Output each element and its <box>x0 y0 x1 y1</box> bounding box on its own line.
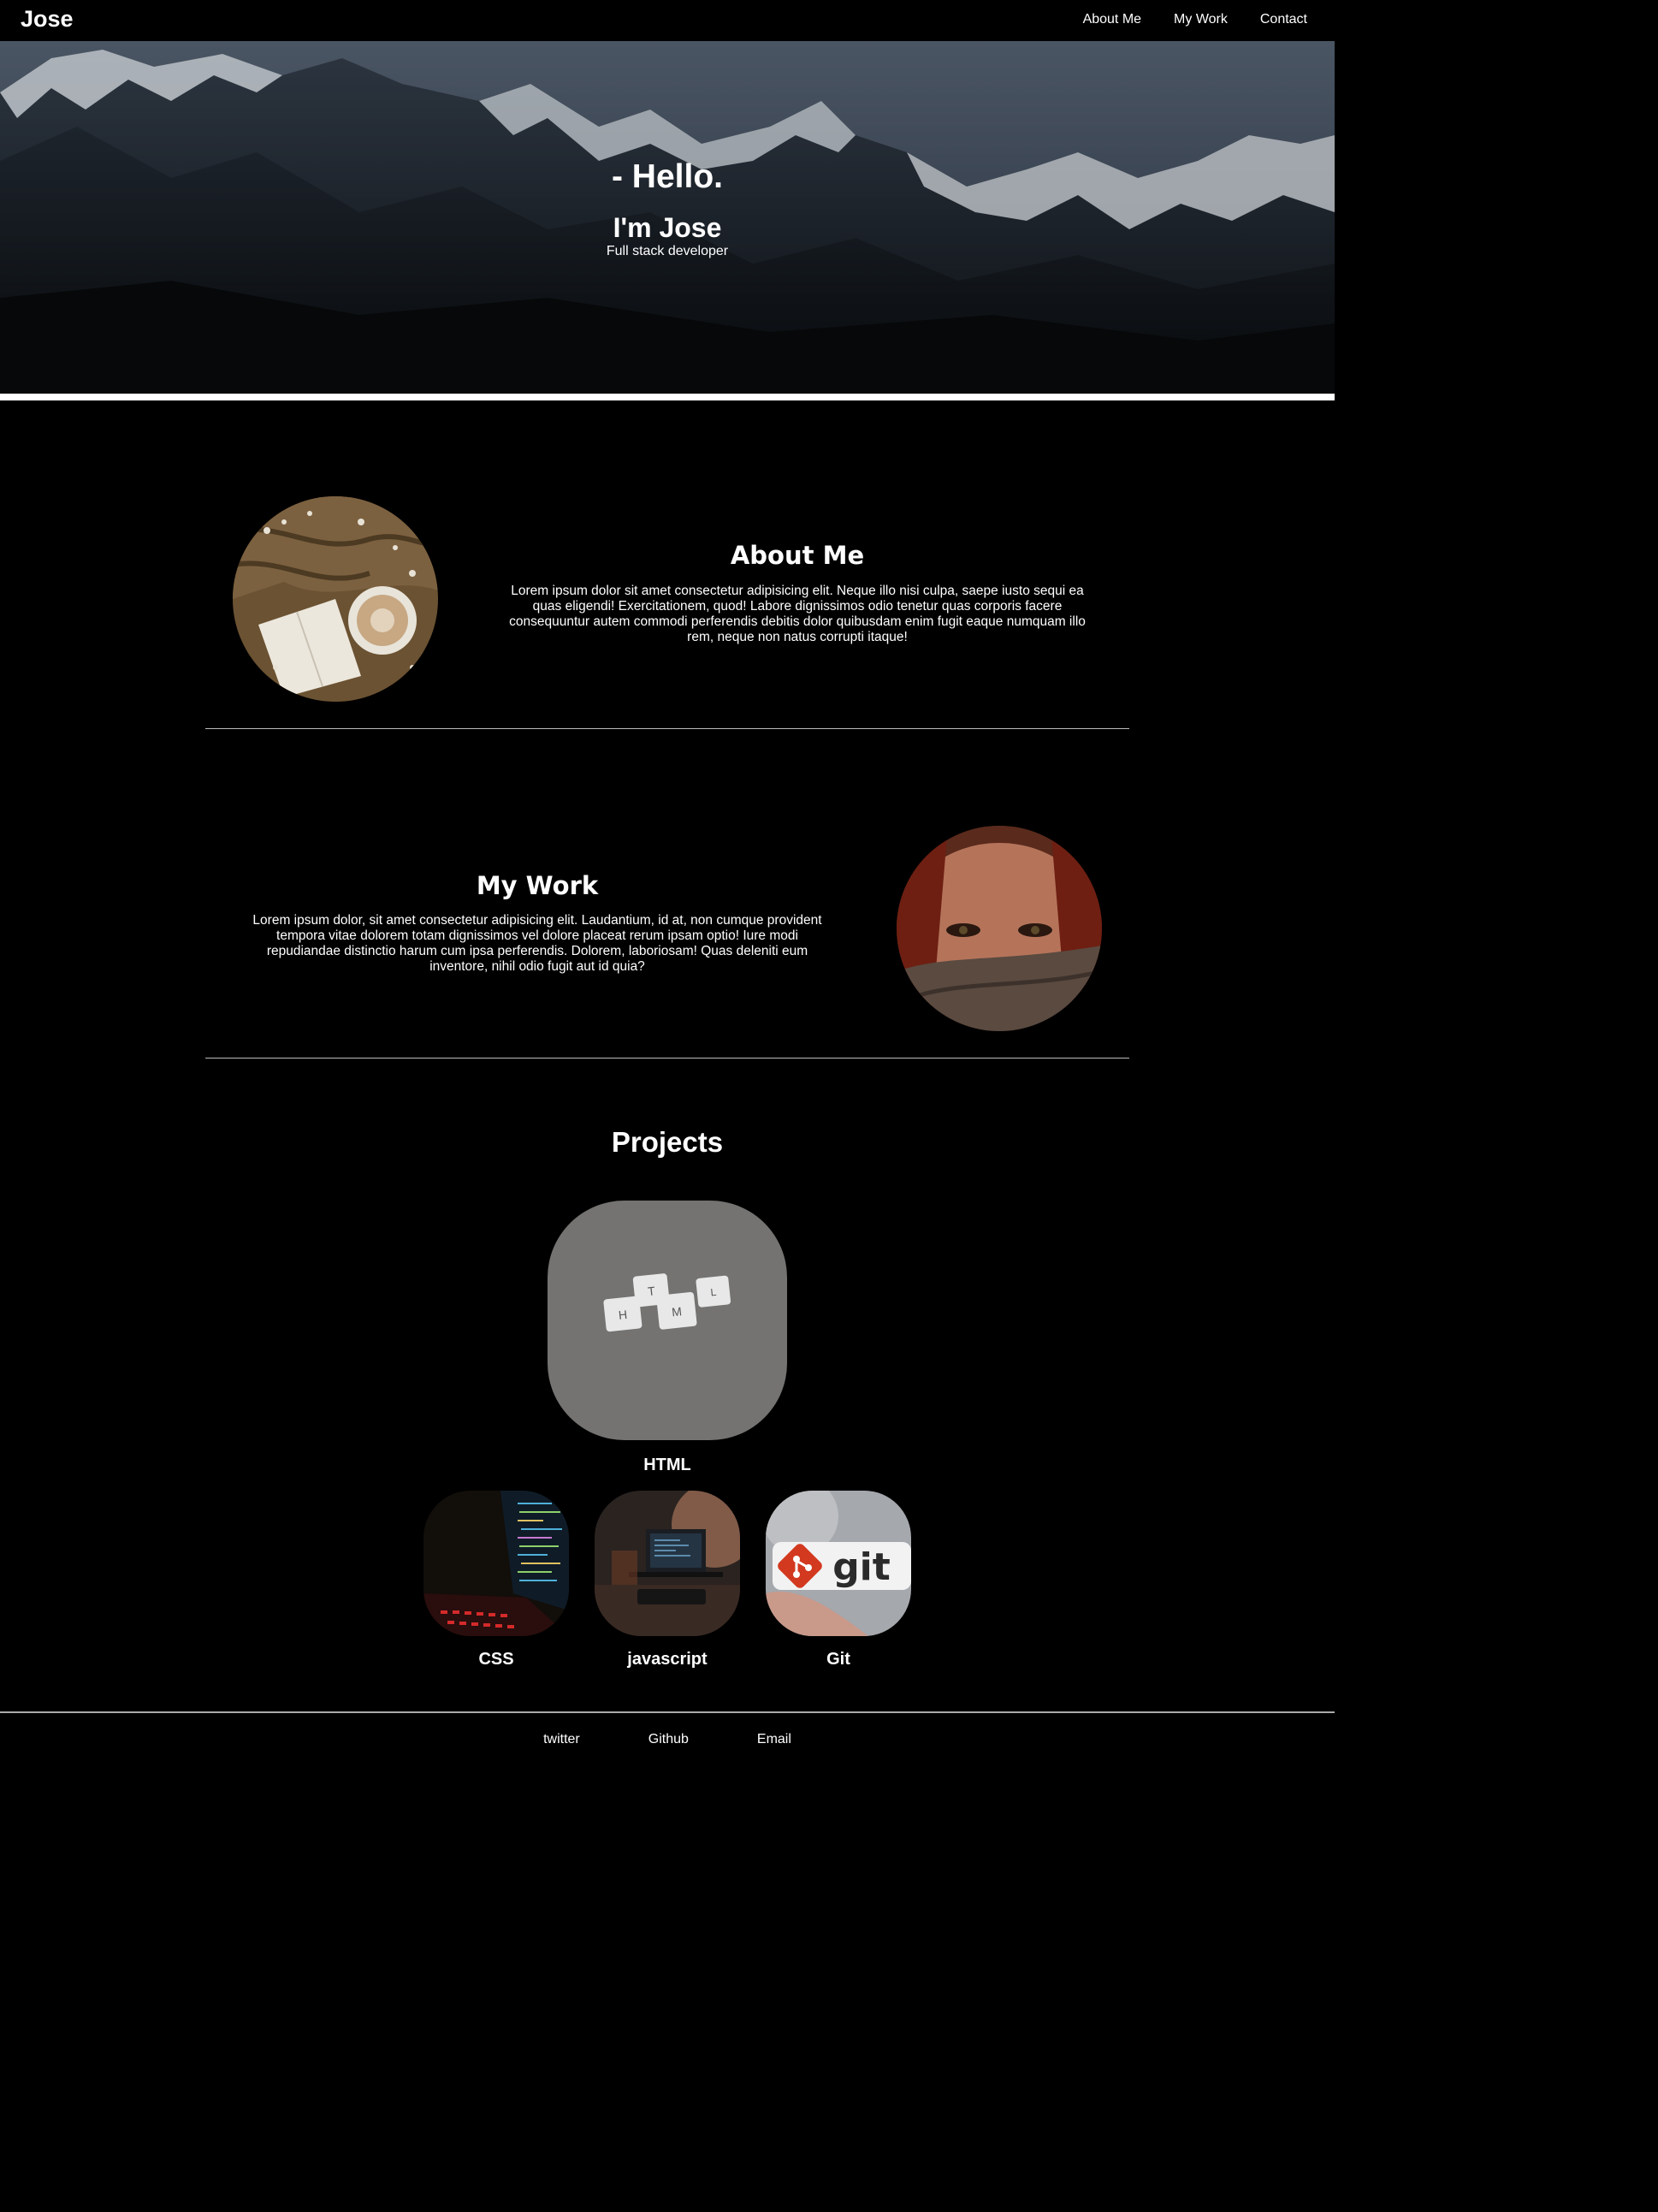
project-label-git: Git <box>826 1650 850 1669</box>
tile-letter: H <box>618 1308 628 1322</box>
project-javascript-card[interactable] <box>595 1491 740 1636</box>
section-divider <box>205 1058 1129 1059</box>
project-label-html: HTML <box>643 1456 691 1474</box>
desk-setup-photo <box>595 1491 740 1636</box>
brand-logo[interactable]: Jose <box>21 6 74 33</box>
work-text: Lorem ipsum dolor, sit amet consectetur … <box>252 913 822 974</box>
work-image <box>897 826 1102 1031</box>
project-css-card[interactable] <box>423 1491 569 1636</box>
about-title: About Me <box>730 541 865 570</box>
hero-greeting: - Hello. <box>611 158 723 195</box>
project-git-card[interactable]: git <box>766 1491 911 1636</box>
nav-link-contact[interactable]: Contact <box>1260 12 1307 27</box>
footer-link-email[interactable]: Email <box>757 1732 791 1747</box>
hero-banner: - Hello. I'm Jose Full stack developer <box>0 41 1335 394</box>
nav-link-about[interactable]: About Me <box>1083 12 1141 27</box>
nav-links: About Me My Work Contact <box>1083 12 1307 27</box>
html-tiles-photo: H T M L <box>548 1201 787 1440</box>
projects-title: Projects <box>611 1126 724 1158</box>
portrait-photo <box>897 826 1102 1031</box>
footer-divider <box>0 1711 1335 1713</box>
git-logo-text: git <box>832 1545 891 1589</box>
top-nav: Jose About Me My Work Contact <box>0 0 1335 41</box>
about-text: Lorem ipsum dolor sit amet consectetur a… <box>509 584 1086 644</box>
footer-link-github[interactable]: Github <box>648 1732 689 1747</box>
git-sticker-photo: git <box>766 1491 911 1636</box>
coffee-book-photo <box>233 496 438 702</box>
page: Jose About Me My Work Contact - Hello. I… <box>0 0 1335 2212</box>
section-divider <box>205 728 1129 729</box>
work-title: My Work <box>476 871 599 900</box>
footer-links: twitter Github Email <box>0 1732 1335 1747</box>
laptop-code-photo <box>423 1491 569 1636</box>
project-html-card[interactable]: H T M L <box>548 1201 787 1440</box>
nav-link-work[interactable]: My Work <box>1174 12 1228 27</box>
tile-letter: M <box>671 1304 682 1319</box>
about-image <box>233 496 438 702</box>
footer-link-twitter[interactable]: twitter <box>543 1732 580 1747</box>
project-label-css: CSS <box>478 1650 514 1669</box>
project-label-javascript: javascript <box>627 1650 708 1669</box>
hero-role: Full stack developer <box>606 244 729 258</box>
hero-name: I'm Jose <box>613 212 722 243</box>
hero-divider <box>0 394 1335 400</box>
